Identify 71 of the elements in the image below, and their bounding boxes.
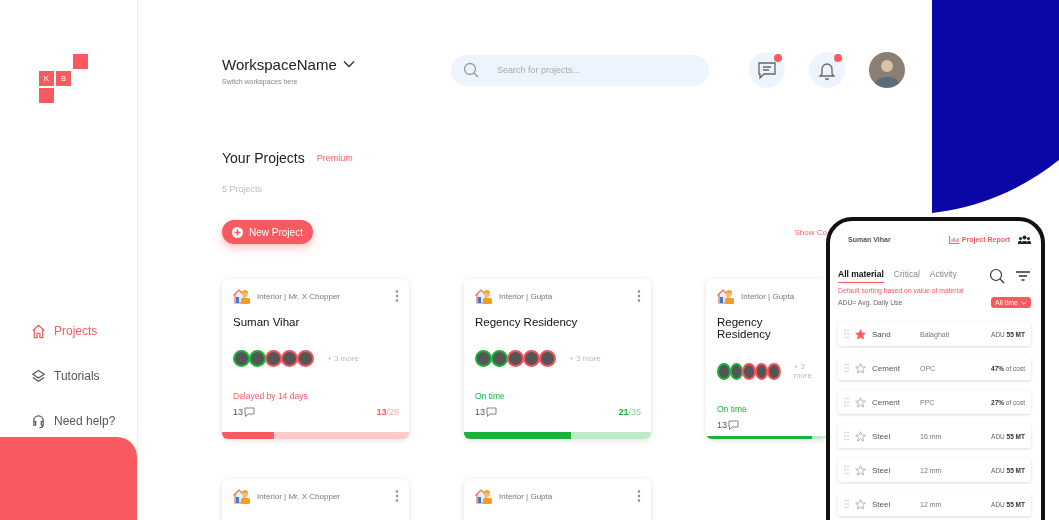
- material-name: Steel: [872, 499, 892, 509]
- section-title: Your Projects: [222, 150, 305, 166]
- comment-count: 13: [717, 420, 817, 430]
- project-status: Delayed by 14 days: [233, 391, 309, 401]
- worker-house-icon: [233, 487, 251, 505]
- project-meta: Interior | Mr. X Chopper: [257, 291, 341, 301]
- material-name: Sand: [872, 329, 892, 339]
- more-icon[interactable]: [637, 290, 641, 302]
- caret-icon: [1021, 300, 1027, 305]
- search-icon: [463, 61, 479, 78]
- star-icon[interactable]: [855, 464, 866, 476]
- task-ratio: 21/35: [618, 407, 641, 417]
- worker-house-icon: [233, 287, 251, 305]
- more-icon[interactable]: [395, 490, 399, 502]
- team-icon[interactable]: [1018, 235, 1031, 244]
- project-status: On time: [475, 391, 506, 401]
- search-icon[interactable]: [989, 268, 1005, 284]
- material-name: Cement: [872, 397, 901, 407]
- star-icon[interactable]: [855, 362, 866, 374]
- home-icon: [31, 323, 46, 339]
- more-icon[interactable]: [395, 290, 399, 302]
- profile-avatar[interactable]: [869, 52, 905, 88]
- material-name: Steel: [872, 431, 892, 441]
- drag-handle-icon[interactable]: [844, 499, 849, 509]
- material-tab[interactable]: All material: [838, 269, 884, 283]
- project-title: Regency Residency: [717, 316, 772, 340]
- material-tab[interactable]: Activity: [929, 269, 957, 283]
- project-card[interactable]: Interior | Mr. X Chopper: [222, 479, 409, 520]
- material-name: Cement: [872, 363, 901, 373]
- workspace-dropdown[interactable]: WorkspaceName: [222, 55, 355, 73]
- project-meta: Interior | Gupta: [499, 491, 554, 501]
- star-icon[interactable]: [855, 498, 866, 510]
- material-tab[interactable]: Critical: [893, 269, 920, 283]
- messages-button[interactable]: [749, 52, 785, 88]
- project-meta: Interior | Mr. X Chopper: [257, 491, 341, 501]
- notifications-button[interactable]: [809, 52, 845, 88]
- project-status: On time: [717, 404, 748, 414]
- plus-icon: [232, 226, 243, 238]
- more-icon[interactable]: [637, 490, 641, 502]
- logo: K B: [39, 54, 88, 103]
- material-name: Steel: [872, 465, 892, 475]
- drag-handle-icon[interactable]: [844, 431, 849, 441]
- worker-house-icon: [717, 287, 735, 305]
- drag-handle-icon[interactable]: [844, 397, 849, 407]
- comment-count: 13: [475, 407, 619, 417]
- project-count: 5 Projects: [222, 184, 264, 194]
- drag-handle-icon[interactable]: [844, 465, 849, 475]
- search-field[interactable]: Search for projects...: [451, 54, 709, 86]
- project-title: Suman Vihar: [233, 316, 301, 328]
- star-icon[interactable]: [855, 396, 866, 408]
- project-card[interactable]: Interior | Gupta: [464, 479, 651, 520]
- worker-house-icon: [475, 287, 493, 305]
- nav-item[interactable]: Need help?: [31, 411, 137, 431]
- headset-icon: [31, 413, 46, 429]
- filter-icon[interactable]: [1015, 268, 1031, 284]
- project-meta: Interior | Gupta: [741, 291, 796, 301]
- chat-icon: [756, 59, 778, 81]
- project-title: Regency Residency: [475, 316, 579, 328]
- task-ratio: 13/29: [376, 407, 399, 417]
- drag-handle-icon[interactable]: [844, 363, 849, 373]
- worker-house-icon: [475, 487, 493, 505]
- comment-count: 13: [233, 407, 377, 417]
- project-meta: Interior | Gupta: [499, 291, 554, 301]
- chevron-down-icon: [342, 60, 355, 68]
- bar-chart-icon: [948, 235, 959, 244]
- star-icon[interactable]: [855, 328, 866, 340]
- drag-handle-icon[interactable]: [844, 329, 849, 339]
- layers-icon: [31, 368, 46, 384]
- plan-label: Premium: [316, 153, 353, 163]
- star-icon[interactable]: [855, 430, 866, 442]
- nav-item[interactable]: Tutorials: [31, 366, 137, 386]
